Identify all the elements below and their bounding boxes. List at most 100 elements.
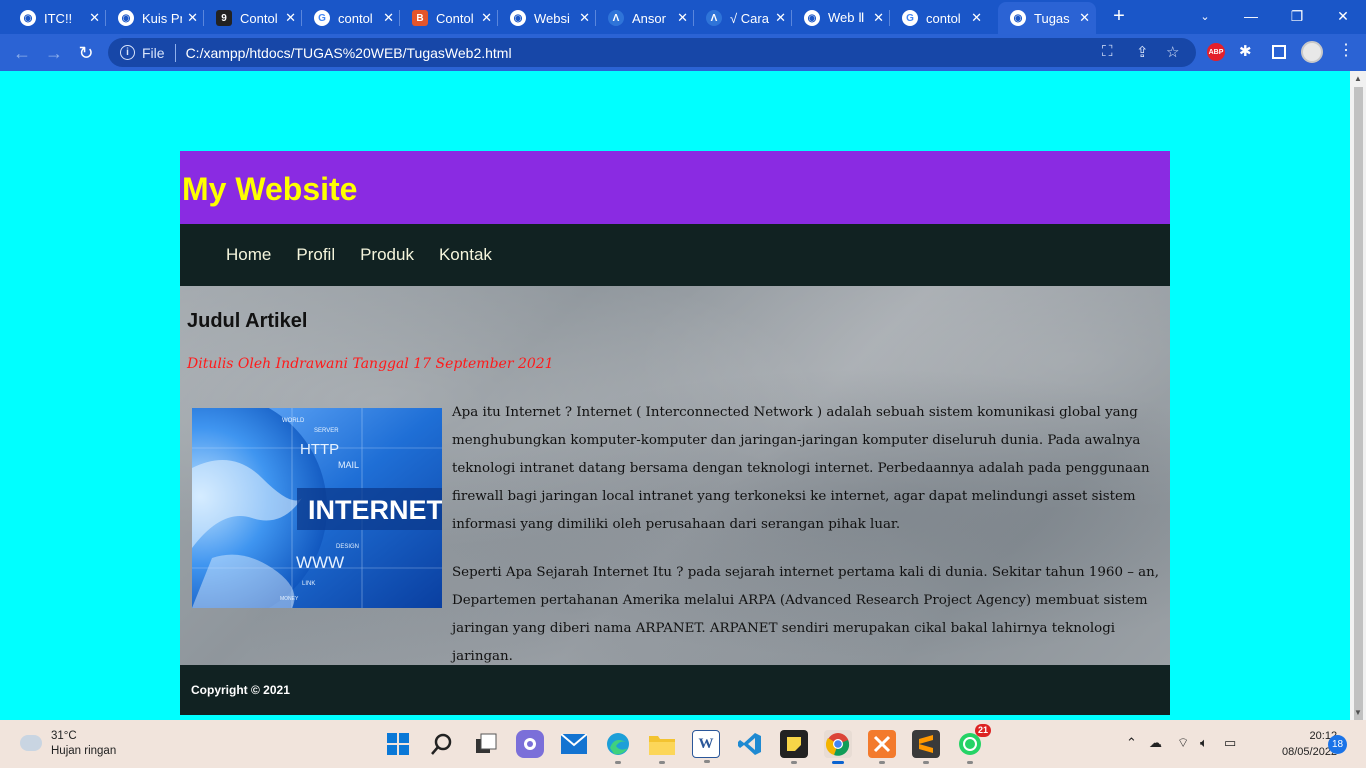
windows-taskbar: 31°C Hujan ringan W 21 ⌃ ☁ ⌔ 🔈︎ ▭ 20:12 … — [0, 720, 1366, 768]
edge-icon[interactable] — [604, 730, 632, 764]
website-container: My Website Home Profil Produk Kontak Jud… — [180, 151, 1170, 715]
xampp-icon[interactable] — [868, 730, 896, 764]
nav-link-produk[interactable]: Produk — [360, 245, 414, 265]
running-indicator — [967, 761, 973, 764]
side-panel-icon[interactable] — [1272, 45, 1286, 59]
vscode-icon[interactable] — [736, 730, 764, 758]
image-text-link: LINK — [302, 581, 315, 587]
browser-tab[interactable]: ◉ Kuis Pr ✕ — [106, 2, 204, 34]
mail-icon[interactable] — [560, 730, 588, 758]
profile-avatar[interactable] — [1301, 41, 1323, 63]
site-title: My Website — [182, 171, 358, 207]
globe-icon: ◉ — [1010, 10, 1026, 26]
close-tab-icon[interactable]: ✕ — [89, 10, 100, 26]
tab-search-icon[interactable]: ⌄ — [1182, 0, 1228, 32]
weather-desc: Hujan ringan — [51, 745, 117, 757]
blogger-icon: B — [412, 10, 428, 26]
search-icon[interactable] — [428, 730, 456, 758]
maximize-button[interactable]: ❐ — [1274, 0, 1320, 32]
volume-icon[interactable]: 🔈︎ — [1200, 735, 1208, 751]
bookmark-star-icon[interactable]: ☆ — [1166, 43, 1179, 61]
vertical-scrollbar[interactable]: ▲ ▼ — [1350, 71, 1366, 721]
onedrive-cloud-icon[interactable]: ☁ — [1149, 735, 1162, 751]
image-text-http: HTTP — [300, 441, 339, 458]
browser-tab[interactable]: ◉ ITC!! ✕ — [8, 2, 106, 34]
image-text-mail: MAIL — [338, 460, 359, 470]
article-paragraph: Seperti Apa Sejarah Internet Itu ? pada … — [452, 565, 1160, 664]
browser-tab[interactable]: ◉ Web Ⅱ ✕ — [792, 2, 890, 34]
chrome-icon[interactable] — [824, 730, 852, 764]
globe-icon: ◉ — [118, 10, 134, 26]
weather-widget[interactable]: 31°C Hujan ringan — [20, 729, 116, 759]
running-indicator — [704, 760, 710, 763]
scribd-icon: Λ — [706, 10, 722, 26]
close-tab-icon[interactable]: ✕ — [775, 10, 786, 26]
browser-tab[interactable]: B Contol ✕ — [400, 2, 498, 34]
sticky-notes-icon[interactable] — [780, 730, 808, 764]
share-icon[interactable]: ⇪ — [1136, 43, 1149, 61]
show-hidden-icons-icon[interactable]: ⌃ — [1126, 735, 1137, 751]
url-scheme: File — [142, 44, 165, 61]
word-icon[interactable]: W — [692, 730, 720, 763]
notification-count-badge[interactable]: 18 — [1328, 735, 1347, 754]
nav-link-profil[interactable]: Profil — [296, 245, 335, 265]
menu-kebab-icon[interactable]: ⋮ — [1338, 40, 1354, 60]
sublime-text-icon[interactable] — [912, 730, 940, 764]
image-text-server: SERVER — [314, 428, 339, 434]
scroll-up-icon[interactable]: ▲ — [1354, 74, 1362, 83]
image-text-world: WORLD — [282, 418, 305, 424]
battery-icon[interactable]: ▭ — [1224, 735, 1236, 751]
scrollbar-thumb[interactable] — [1354, 87, 1363, 721]
browser-tab[interactable]: Λ Ansor ✕ — [596, 2, 694, 34]
whatsapp-icon[interactable]: 21 — [956, 724, 991, 764]
running-indicator — [791, 761, 797, 764]
site-info-icon[interactable]: i — [120, 45, 135, 60]
browser-toolbar: ← → ↻ i File C:/xampp/htdocs/TUGAS%20WEB… — [0, 34, 1366, 71]
google-icon: G — [314, 10, 330, 26]
article-section: Judul Artikel Ditulis Oleh Indrawani Tan… — [180, 286, 1170, 665]
nav-link-kontak[interactable]: Kontak — [439, 245, 492, 265]
minimize-button[interactable]: — — [1228, 0, 1274, 32]
browser-tab[interactable]: ◉ Websi ✕ — [498, 2, 596, 34]
running-indicator — [923, 761, 929, 764]
site-nav: Home Profil Produk Kontak — [180, 224, 1170, 286]
new-tab-button[interactable]: + — [1108, 5, 1130, 28]
close-tab-icon[interactable]: ✕ — [971, 10, 982, 26]
url-text[interactable]: C:/xampp/htdocs/TUGAS%20WEB/TugasWeb2.ht… — [186, 45, 512, 61]
browser-tab[interactable]: Λ √ Cara ✕ — [694, 2, 792, 34]
g9-icon: 9 — [216, 10, 232, 26]
close-tab-icon[interactable]: ✕ — [1079, 10, 1090, 26]
wifi-icon[interactable]: ⌔ — [1177, 735, 1189, 751]
site-header: My Website — [180, 151, 1170, 224]
close-tab-icon[interactable]: ✕ — [481, 10, 492, 26]
article-paragraph: Apa itu Internet ? Internet ( Interconne… — [452, 405, 1150, 532]
running-indicator — [615, 761, 621, 764]
copyright-text: Copyright © 2021 — [191, 683, 290, 697]
translate-icon[interactable]: ⛶ — [1102, 43, 1113, 60]
reload-button[interactable]: ↻ — [74, 42, 98, 64]
close-tab-icon[interactable]: ✕ — [579, 10, 590, 26]
address-bar[interactable]: i File C:/xampp/htdocs/TUGAS%20WEB/Tugas… — [108, 38, 1196, 67]
close-tab-icon[interactable]: ✕ — [187, 10, 198, 26]
task-view-icon[interactable] — [472, 730, 500, 758]
browser-tab-active[interactable]: ◉ Tugas ✕ — [998, 2, 1096, 34]
adblock-plus-icon[interactable]: ABP — [1207, 43, 1225, 61]
article-heading: Judul Artikel — [187, 310, 308, 332]
file-explorer-icon[interactable] — [648, 730, 676, 764]
close-tab-icon[interactable]: ✕ — [677, 10, 688, 26]
browser-tab[interactable]: G contol ✕ — [890, 2, 988, 34]
browser-tab[interactable]: G contol ✕ — [302, 2, 400, 34]
extensions-icon[interactable]: ✱ — [1239, 42, 1252, 60]
close-tab-icon[interactable]: ✕ — [383, 10, 394, 26]
scroll-down-icon[interactable]: ▼ — [1354, 708, 1362, 717]
article-body: Apa itu Internet ? Internet ( Interconne… — [452, 399, 1168, 665]
nav-link-home[interactable]: Home — [226, 245, 271, 265]
close-tab-icon[interactable]: ✕ — [873, 10, 884, 26]
back-button[interactable]: ← — [10, 42, 34, 64]
teams-chat-icon[interactable] — [516, 730, 544, 758]
windows-start-icon[interactable] — [384, 730, 412, 758]
close-tab-icon[interactable]: ✕ — [285, 10, 296, 26]
close-window-button[interactable]: ✕ — [1320, 0, 1366, 32]
browser-tab[interactable]: 9 Contol ✕ — [204, 2, 302, 34]
forward-button[interactable]: → — [42, 42, 66, 64]
